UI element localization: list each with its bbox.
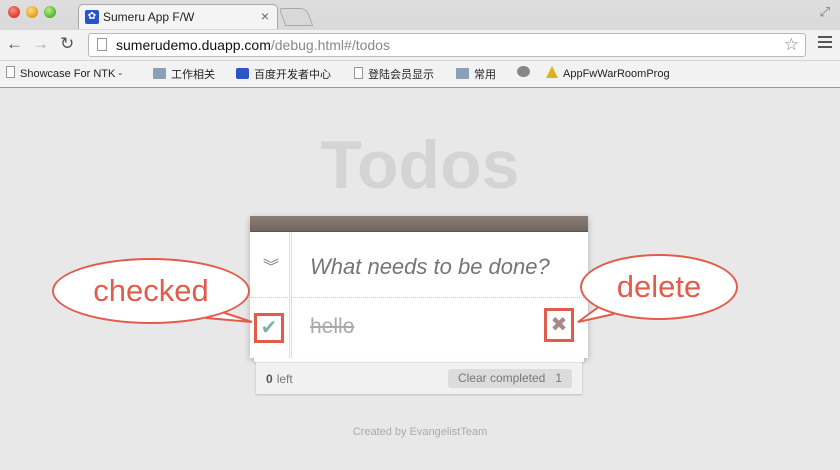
- callout-tails: [205, 305, 615, 323]
- checked-callout: checked: [52, 258, 250, 324]
- delete-callout: delete: [580, 254, 738, 320]
